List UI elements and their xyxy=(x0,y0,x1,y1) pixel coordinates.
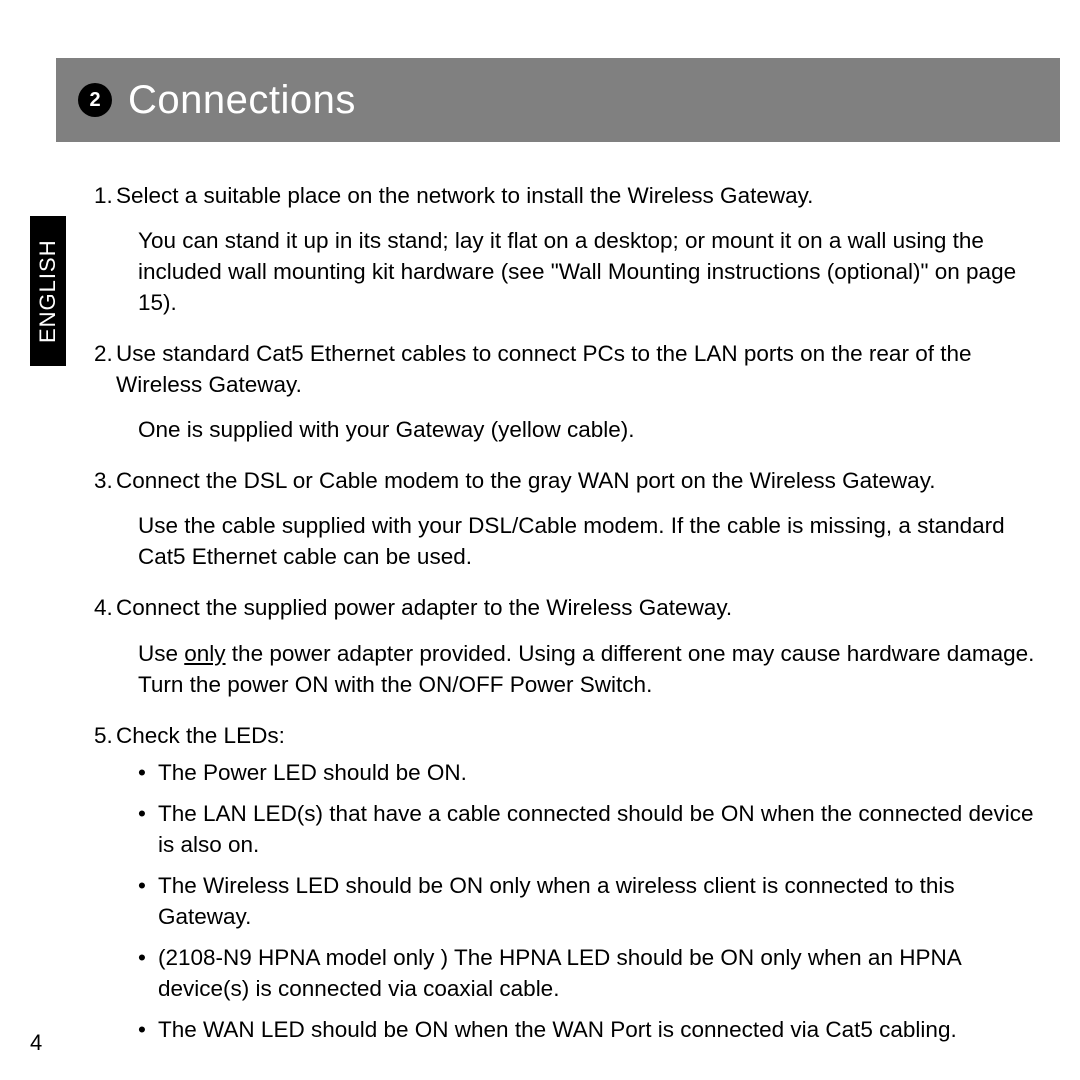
bullet-list: The Power LED should be ON. The LAN LED(… xyxy=(138,757,1052,1045)
chapter-title: Connections xyxy=(128,78,356,123)
step-1: 1. Select a suitable place on the networ… xyxy=(94,180,1052,324)
list-item: The WAN LED should be ON when the WAN Po… xyxy=(138,1014,1052,1045)
step-number: 1. xyxy=(94,180,116,324)
chapter-heading-bar: 2 Connections xyxy=(56,58,1060,142)
step-subtext: You can stand it up in its stand; lay it… xyxy=(138,225,1052,318)
step-2: 2. Use standard Cat5 Ethernet cables to … xyxy=(94,338,1052,451)
step-subtext: Use the cable supplied with your DSL/Cab… xyxy=(138,510,1052,572)
step-text: Select a suitable place on the network t… xyxy=(116,183,813,208)
step-number: 4. xyxy=(94,592,116,705)
step-number: 5. xyxy=(94,720,116,1055)
text: Use xyxy=(138,641,184,666)
content-body: 1. Select a suitable place on the networ… xyxy=(94,180,1052,1069)
step-3: 3. Connect the DSL or Cable modem to the… xyxy=(94,465,1052,578)
page: 2 Connections ENGLISH 1. Select a suitab… xyxy=(0,0,1080,1080)
chapter-number-badge: 2 xyxy=(78,83,112,117)
list-item: The LAN LED(s) that have a cable connect… xyxy=(138,798,1052,860)
list-item: The Wireless LED should be ON only when … xyxy=(138,870,1052,932)
step-number: 3. xyxy=(94,465,116,578)
step-4: 4. Connect the supplied power adapter to… xyxy=(94,592,1052,705)
list-item: (2108-N9 HPNA model only ) The HPNA LED … xyxy=(138,942,1052,1004)
language-tab: ENGLISH xyxy=(30,216,66,366)
page-number: 4 xyxy=(30,1030,42,1056)
step-number: 2. xyxy=(94,338,116,451)
step-text: Connect the supplied power adapter to th… xyxy=(116,595,732,620)
step-text: Connect the DSL or Cable modem to the gr… xyxy=(116,468,936,493)
step-text: Check the LEDs: xyxy=(116,723,285,748)
step-subtext: Use only the power adapter provided. Usi… xyxy=(138,638,1052,700)
list-item: The Power LED should be ON. xyxy=(138,757,1052,788)
text: the power adapter provided. Using a diff… xyxy=(138,641,1034,697)
step-text: Use standard Cat5 Ethernet cables to con… xyxy=(116,341,971,397)
underlined-text: only xyxy=(184,641,225,666)
step-5: 5. Check the LEDs: The Power LED should … xyxy=(94,720,1052,1055)
step-subtext: One is supplied with your Gateway (yello… xyxy=(138,414,1052,445)
